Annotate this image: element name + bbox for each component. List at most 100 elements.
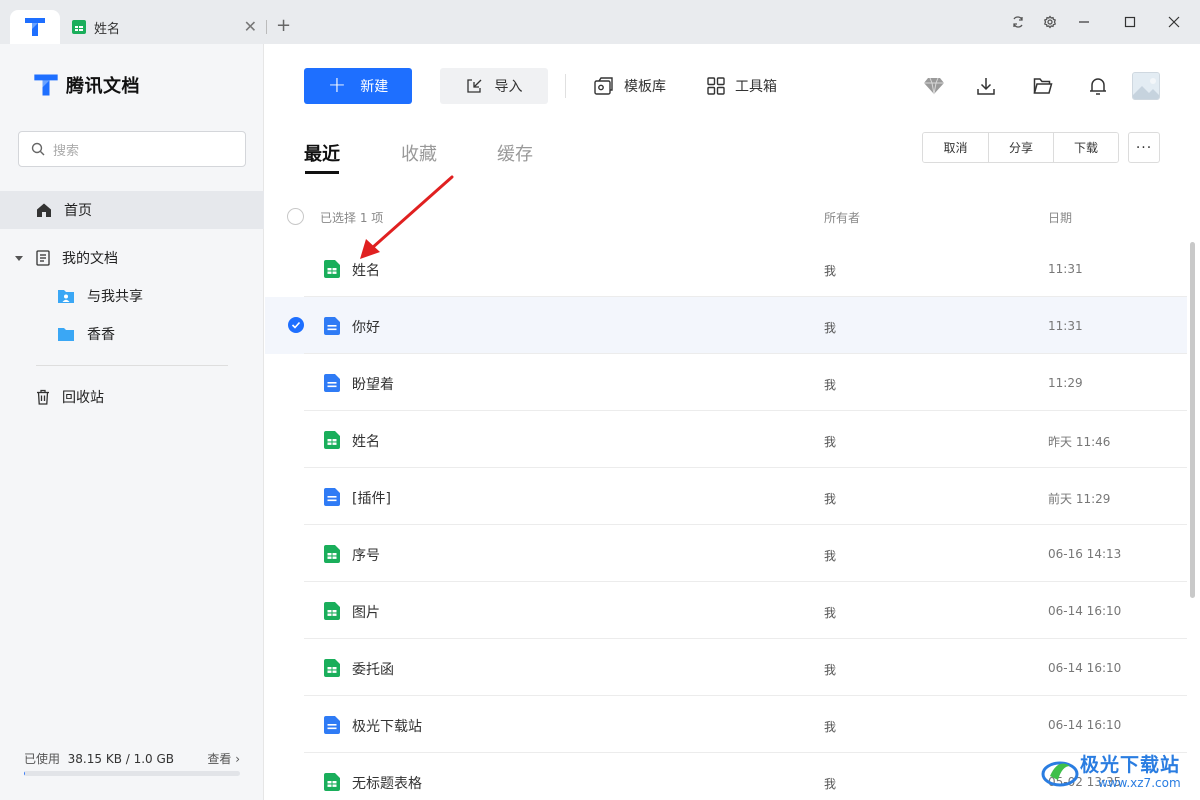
date-column-header[interactable]: 日期 (1048, 209, 1072, 226)
storage-usage: 已使用 38.15 KB / 1.0 GB 查看 › (24, 750, 240, 767)
close-window-icon[interactable] (1164, 12, 1184, 32)
file-list-header: 已选择 1 项 所有者 日期 (265, 194, 1187, 240)
file-owner: 我 (824, 492, 837, 506)
tab-separator (266, 20, 267, 34)
row-checked-icon[interactable] (288, 317, 304, 333)
toolbox-button[interactable]: 工具箱 (707, 68, 777, 104)
app-home-tab[interactable] (10, 10, 60, 44)
caret-down-icon (15, 256, 23, 261)
file-owner: 我 (824, 663, 837, 677)
maximize-icon[interactable] (1120, 12, 1140, 32)
doc-icon (323, 488, 341, 510)
doc-icon (323, 716, 341, 738)
storage-progress-bar (24, 771, 240, 776)
file-date: 06-14 16:10 (1048, 604, 1122, 618)
file-name[interactable]: [插件] (352, 488, 391, 508)
file-row[interactable]: 序号 我 06-16 14:13 (265, 525, 1187, 582)
new-button[interactable]: + 新建 (304, 68, 412, 104)
share-button[interactable]: 分享 (988, 133, 1053, 162)
file-name[interactable]: 极光下载站 (352, 716, 422, 736)
settings-gear-icon[interactable] (1040, 12, 1060, 32)
tencent-docs-logo-icon (34, 74, 58, 96)
active-tab-indicator (305, 171, 339, 174)
file-row[interactable]: 你好 我 11:31 (265, 297, 1187, 354)
file-date: 11:29 (1048, 376, 1083, 390)
sync-icon[interactable] (1008, 12, 1028, 32)
template-icon (594, 77, 613, 95)
file-date: 昨天 11:46 (1048, 435, 1111, 449)
file-owner: 我 (824, 777, 837, 791)
folder-open-icon[interactable] (1031, 74, 1055, 98)
file-row[interactable]: 委托函 我 06-14 16:10 (265, 639, 1187, 696)
cancel-selection-button[interactable]: 取消 (923, 133, 988, 162)
vip-diamond-icon[interactable] (922, 74, 946, 98)
file-row[interactable]: 姓名 我 昨天 11:46 (265, 411, 1187, 468)
document-tab[interactable]: 姓名 ✕ (60, 10, 265, 44)
new-button-label: 新建 (360, 79, 389, 95)
storage-progress-fill (24, 771, 26, 776)
select-all-checkbox[interactable] (287, 208, 304, 225)
file-name[interactable]: 你好 (352, 317, 380, 337)
sidebar: 腾讯文档 搜索 首页 我的文档 与我共享 香香 回收站 已使用 38.15 KB… (0, 44, 264, 800)
home-icon (37, 203, 51, 217)
file-date: 11:31 (1048, 319, 1083, 333)
owner-column-header[interactable]: 所有者 (824, 209, 860, 226)
file-name[interactable]: 姓名 (352, 260, 380, 280)
file-date: 06-14 16:10 (1048, 661, 1122, 675)
tab-favorites[interactable]: 收藏 (401, 140, 437, 166)
file-row[interactable]: 图片 我 06-14 16:10 (265, 582, 1187, 639)
import-icon (466, 79, 481, 93)
tab-cache[interactable]: 缓存 (497, 140, 533, 166)
template-library-button[interactable]: 模板库 (594, 68, 666, 104)
storage-view-link[interactable]: 查看 › (207, 750, 240, 767)
file-name[interactable]: 图片 (352, 602, 380, 622)
selected-count-label: 已选择 1 项 (320, 211, 384, 225)
new-tab-button[interactable]: + (276, 16, 291, 36)
import-button[interactable]: 导入 (440, 68, 548, 104)
file-row[interactable]: 姓名 我 11:31 (265, 240, 1187, 297)
trash-icon (37, 389, 49, 405)
file-date: 06-16 14:13 (1048, 547, 1122, 561)
search-input[interactable]: 搜索 (18, 131, 246, 167)
file-owner: 我 (824, 435, 837, 449)
close-tab-icon[interactable]: ✕ (244, 19, 257, 35)
app-logo-text: 腾讯文档 (66, 76, 140, 97)
file-row[interactable]: 无标题表格 我 05-02 13:35 (265, 753, 1187, 800)
sidebar-item-folder-xiangxiang[interactable]: 香香 (57, 324, 115, 344)
avatar-image-icon (1133, 73, 1159, 99)
download-icon[interactable] (974, 74, 998, 98)
file-date: 05-02 13:35 (1048, 775, 1122, 789)
file-date: 11:31 (1048, 262, 1083, 276)
app-logo[interactable]: 腾讯文档 (32, 72, 140, 98)
sheet-icon (72, 20, 86, 34)
sidebar-item-shared-with-me[interactable]: 与我共享 (57, 286, 143, 306)
sidebar-item-label: 首页 (64, 203, 92, 219)
sidebar-item-home[interactable]: 首页 (0, 191, 264, 229)
sidebar-item-recycle-bin[interactable]: 回收站 (36, 387, 104, 407)
doc-icon (323, 317, 341, 339)
file-name[interactable]: 盼望着 (352, 374, 394, 394)
file-name[interactable]: 序号 (352, 545, 380, 565)
toolbar-separator (565, 74, 566, 98)
minimize-icon[interactable] (1074, 12, 1094, 32)
download-button[interactable]: 下载 (1053, 133, 1118, 162)
file-row[interactable]: [插件] 我 前天 11:29 (265, 468, 1187, 525)
shared-folder-icon (58, 290, 74, 303)
toolbox-label: 工具箱 (735, 79, 777, 95)
sidebar-item-label: 与我共享 (87, 289, 143, 305)
file-row[interactable]: 盼望着 我 11:29 (265, 354, 1187, 411)
user-avatar[interactable] (1132, 72, 1160, 100)
folder-icon (58, 328, 74, 341)
sidebar-item-my-docs[interactable]: 我的文档 (14, 248, 118, 268)
sheet-icon (323, 431, 341, 453)
notification-bell-icon[interactable] (1086, 74, 1110, 98)
file-name[interactable]: 无标题表格 (352, 773, 422, 793)
sidebar-divider (36, 365, 228, 366)
file-row[interactable]: 极光下载站 我 06-14 16:10 (265, 696, 1187, 753)
tab-recent[interactable]: 最近 (304, 140, 340, 166)
more-options-button[interactable]: ··· (1128, 132, 1160, 163)
toolbox-grid-icon (707, 77, 725, 95)
scrollbar[interactable] (1190, 242, 1195, 598)
file-name[interactable]: 姓名 (352, 431, 380, 451)
file-name[interactable]: 委托函 (352, 659, 394, 679)
